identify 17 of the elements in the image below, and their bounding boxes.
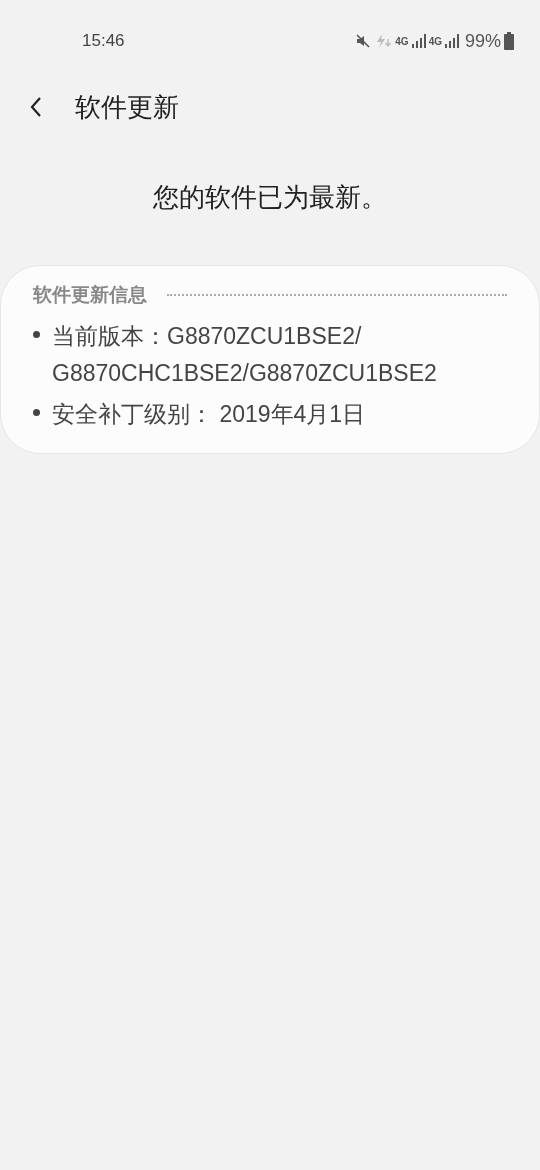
status-message: 您的软件已为最新。 (152, 181, 388, 214)
status-time: 15:46 (82, 31, 125, 51)
network-label: 4G (395, 35, 409, 47)
battery-percent: 99% (464, 30, 501, 52)
card-title: 软件更新信息 (33, 282, 147, 307)
info-text: 当前版本：G8870ZCU1BSE2/ G8870CHC1BSE2/G8870ZCU1BSE2 (52, 322, 438, 388)
bullet-icon (33, 409, 40, 416)
signal-icon (444, 34, 459, 48)
page-title: 软件更新 (75, 90, 179, 124)
signal-icon (411, 34, 426, 48)
bullet-icon (33, 331, 40, 338)
charging-icon (374, 33, 393, 49)
info-text: 安全补丁级别： 2019年4月1日 (52, 400, 366, 429)
mute-icon (355, 33, 372, 49)
back-icon[interactable] (29, 96, 43, 118)
battery-icon (504, 32, 514, 50)
network-label: 4G (428, 35, 442, 47)
